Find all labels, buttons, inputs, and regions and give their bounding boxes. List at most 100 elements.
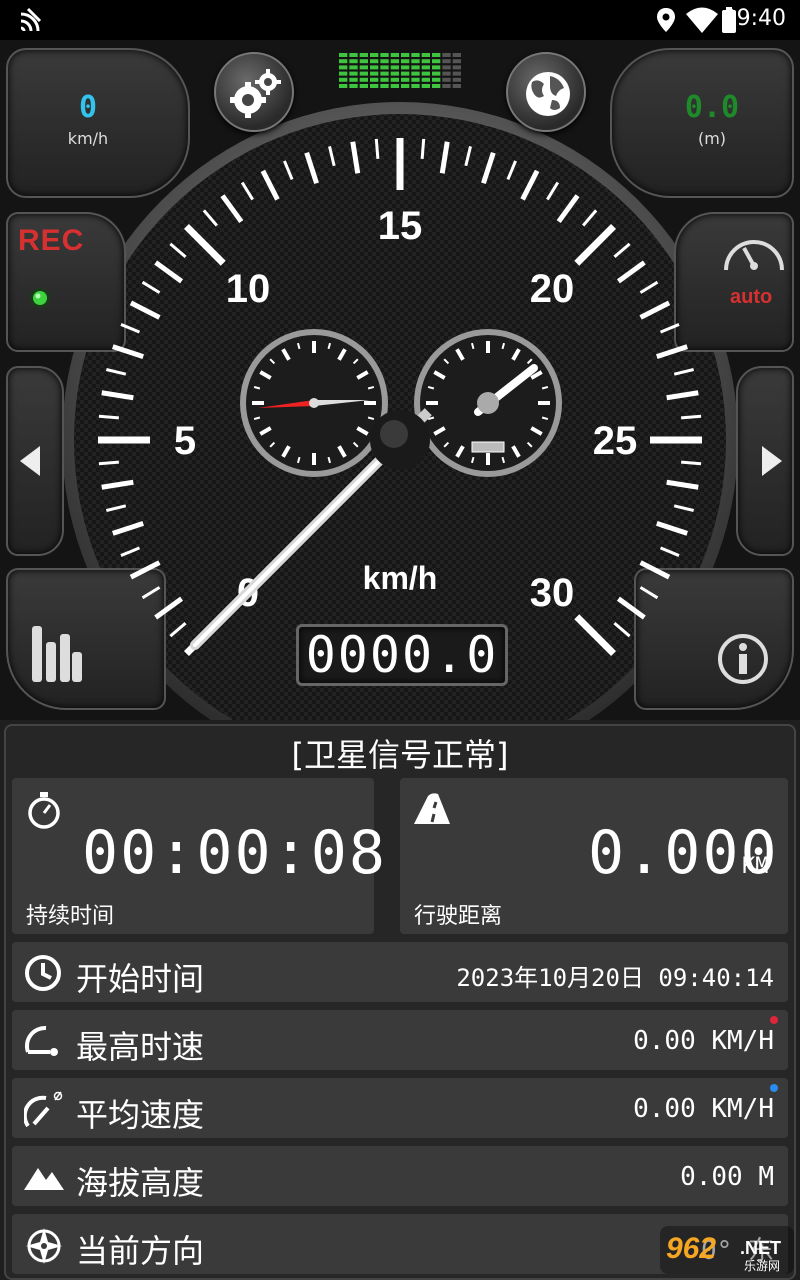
auto-label: auto xyxy=(730,286,773,308)
signal-segment xyxy=(452,59,461,64)
odometer: 0000.0 xyxy=(296,624,508,686)
gauge-tick xyxy=(240,181,254,201)
settings-button[interactable] xyxy=(214,52,294,132)
gps-status: [卫星信号正常] xyxy=(291,736,509,774)
gauge-tick xyxy=(639,300,671,320)
heading-label: 当前方向 xyxy=(76,1232,205,1270)
signal-segment xyxy=(421,84,430,88)
signal-segment xyxy=(421,59,430,64)
signal-segment xyxy=(349,84,358,88)
gears-icon xyxy=(230,69,281,118)
watermark-number: 962 xyxy=(666,1232,716,1265)
signal-segment xyxy=(442,84,451,88)
gauge-tick xyxy=(98,414,119,420)
gauge-tick xyxy=(582,209,598,227)
max-speed-dot xyxy=(770,1016,778,1024)
gauge-tick xyxy=(154,260,184,284)
gauge-tick xyxy=(464,145,472,167)
avg-speed-label: 平均速度 xyxy=(76,1096,205,1134)
signal-segment xyxy=(421,53,430,57)
signal-segment xyxy=(401,59,410,64)
wifi-icon xyxy=(686,7,718,33)
gauge-tick xyxy=(98,460,119,466)
gauge-tick xyxy=(112,344,144,359)
gauge-tick xyxy=(101,479,134,490)
prev-arrow-icon[interactable] xyxy=(18,444,42,478)
next-arrow-icon[interactable] xyxy=(760,444,784,478)
gauge-tick xyxy=(639,280,659,294)
signal-segment xyxy=(370,71,379,76)
signal-segment xyxy=(401,65,410,70)
trip-stats-panel: [卫星信号正常] 00:00:08 持续时间 0.000 KM 行驶距离 开始时… xyxy=(0,720,800,1280)
signal-segment xyxy=(380,71,389,76)
signal-segment xyxy=(401,71,410,76)
gauge-tick xyxy=(659,323,680,334)
mountain-icon xyxy=(24,1168,64,1190)
gauge-tick xyxy=(260,169,280,201)
signal-segment xyxy=(442,77,451,82)
signal-segment xyxy=(390,77,399,82)
distance-unit: KM xyxy=(742,854,769,879)
gauge-tick-label: 30 xyxy=(530,571,575,615)
info-icon[interactable] xyxy=(716,632,770,686)
start-time-value: 2023年10月20日 09:40:14 xyxy=(456,964,774,992)
altitude-unit: (m) xyxy=(697,129,727,148)
gauge-tick xyxy=(120,323,141,334)
gauge-tick xyxy=(673,504,695,512)
recording-led-icon xyxy=(30,288,50,308)
gauge-tick xyxy=(169,242,187,258)
gauge-tick xyxy=(120,546,141,557)
gauge-tick xyxy=(129,560,161,580)
gauge-tick xyxy=(681,414,702,420)
max-speed-row: 最高时速 0.00 KM/H xyxy=(12,1010,788,1070)
signal-segment xyxy=(411,71,420,76)
gauge-tick xyxy=(656,521,688,536)
signal-segment xyxy=(452,71,461,76)
duration-label: 持续时间 xyxy=(26,904,115,929)
signal-segment xyxy=(411,77,420,82)
signal-segment xyxy=(370,65,379,70)
gauge-tick xyxy=(639,560,671,580)
signal-segment xyxy=(432,59,441,64)
avg-speed-dot xyxy=(770,1084,778,1092)
signal-segment xyxy=(452,77,461,82)
signal-segment xyxy=(411,53,420,57)
max-speed-label: 最高时速 xyxy=(76,1028,205,1066)
gauge-tick xyxy=(574,223,617,266)
signal-segment xyxy=(452,84,461,88)
gauge-tick xyxy=(439,141,450,174)
gauge-tick xyxy=(673,368,695,376)
signal-segment xyxy=(339,59,348,64)
max-speed-value: 0.00 KM/H xyxy=(633,1026,774,1056)
current-speed-value: 0 xyxy=(78,90,98,125)
signal-segment xyxy=(339,77,348,82)
signal-segment xyxy=(359,77,368,82)
signal-segment xyxy=(432,53,441,57)
signal-segment xyxy=(432,77,441,82)
gauge-tick xyxy=(169,622,187,638)
distance-label: 行驶距离 xyxy=(414,904,503,929)
signal-segment xyxy=(380,65,389,70)
signal-segment xyxy=(421,71,430,76)
signal-segment xyxy=(380,53,389,57)
bar-chart-icon[interactable] xyxy=(32,626,82,682)
signal-segment xyxy=(390,65,399,70)
signal-segment xyxy=(359,84,368,88)
compass-hub xyxy=(309,398,319,408)
gauge-tick xyxy=(520,169,540,201)
signal-segment xyxy=(380,59,389,64)
gauge-tick xyxy=(374,138,380,159)
gauge-tick xyxy=(129,300,161,320)
map-button[interactable] xyxy=(506,52,586,132)
gauge-tick xyxy=(220,194,244,224)
gauge-tick xyxy=(183,223,226,266)
start-time-label: 开始时间 xyxy=(76,960,205,998)
signal-segment xyxy=(370,53,379,57)
signal-segment xyxy=(390,84,399,88)
gauge-tick xyxy=(328,145,336,167)
clock-icon xyxy=(25,955,61,991)
gauge-tick xyxy=(304,152,319,184)
signal-segment xyxy=(401,84,410,88)
gauge-tick xyxy=(639,586,659,600)
gauge-tick xyxy=(666,479,699,490)
